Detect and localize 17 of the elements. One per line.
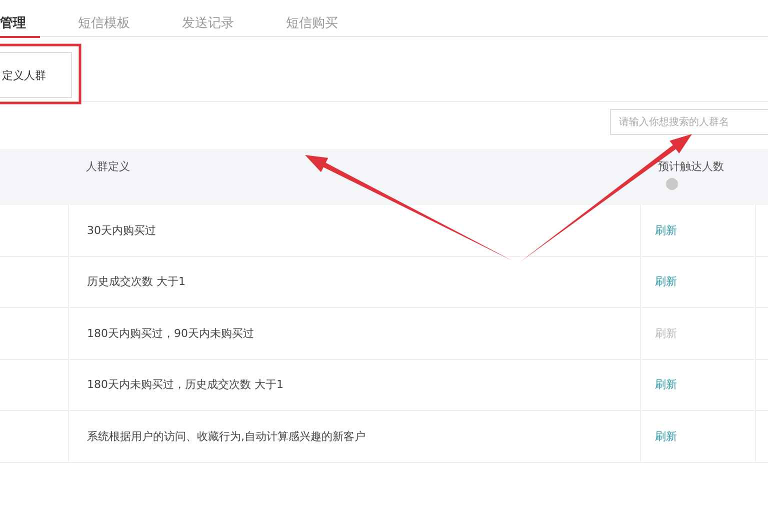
tab[interactable]: 发送记录 — [168, 0, 248, 38]
tab[interactable]: 管理 — [0, 0, 40, 38]
refresh-link[interactable]: 刷新 — [655, 377, 677, 392]
tab[interactable]: 短信模板 — [64, 0, 144, 38]
table-cell: 180天内购买过，90天内未购买过 — [68, 308, 640, 360]
tab[interactable]: 短信购买 — [272, 0, 352, 38]
table-cell: 180天内未购买过，历史成交次数 大于1 — [68, 360, 640, 411]
refresh-link[interactable]: 刷新 — [655, 428, 677, 444]
table-cell: 系统根据用户的访问、收藏行为,自动计算感兴趣的新客户 — [68, 411, 640, 462]
info-icon — [666, 178, 678, 190]
search-field[interactable]: 请输入你想搜索的人群名 — [610, 109, 768, 135]
define-group-button[interactable]: 定义人群 — [0, 52, 72, 98]
table-cell: 历史成交次数 大于1 — [68, 256, 640, 308]
column-header: 人群定义 — [86, 159, 131, 174]
refresh-link[interactable]: 刷新 — [655, 274, 677, 290]
column-header: 预计触达人数 — [658, 159, 725, 174]
refresh-link[interactable]: 刷新 — [655, 222, 677, 238]
